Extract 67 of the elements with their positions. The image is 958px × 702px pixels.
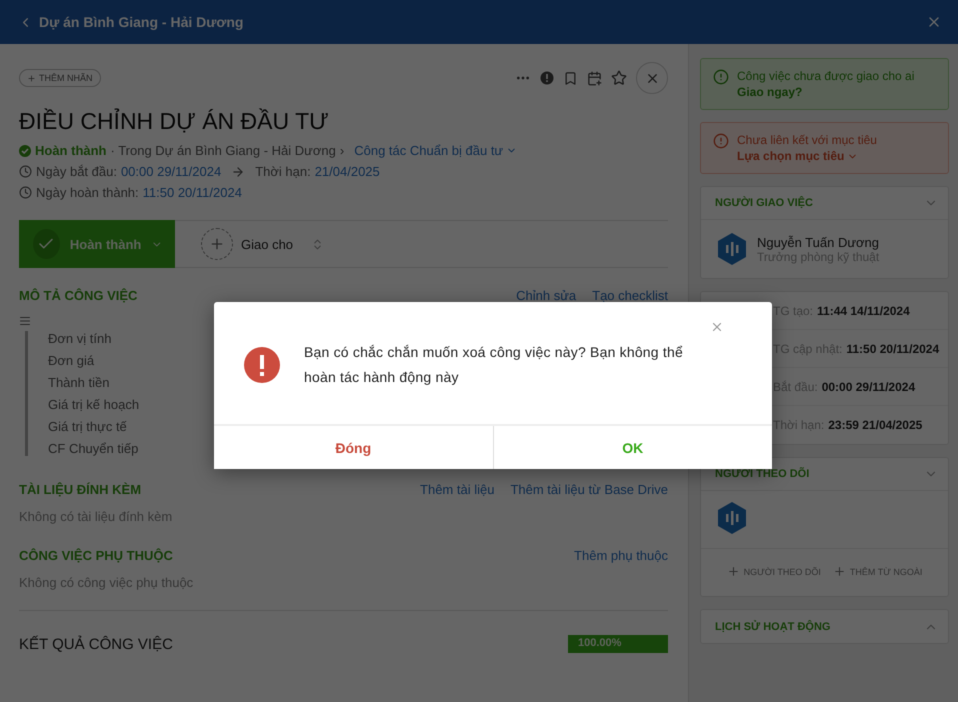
plus-icon	[27, 74, 36, 82]
section-title: CÔNG VIỆC PHỤ THUỘC	[19, 548, 173, 563]
list-icon	[19, 315, 31, 327]
progress-reading: 100.00%	[578, 637, 622, 649]
breadcrumb-separator: ›	[340, 143, 344, 158]
dialog-message: Bạn có chắc chắn muốn xoá công việc này? Bạn không thể hoàn tác hành động này	[304, 343, 684, 387]
status-button[interactable]: Hoàn thành	[19, 220, 175, 268]
card-title: LỊCH SỬ HOẠT ĐỘNG	[715, 620, 830, 632]
field-label: Đơn vị tính	[48, 331, 112, 346]
section-title: KẾT QUẢ CÔNG VIỆC	[19, 636, 173, 652]
time-value: 11:50 20/11/2024	[846, 342, 940, 356]
check-circle-icon	[19, 144, 31, 156]
deadline-label: Thời hạn:	[255, 164, 311, 179]
star-icon[interactable]	[611, 70, 627, 86]
group-link[interactable]: Công tác Chuẩn bị đầu tư	[354, 143, 518, 158]
section-link[interactable]: Tạo checklist	[592, 288, 668, 303]
back-link[interactable]: Dự án Bình Giang - Hải Dương	[18, 14, 244, 30]
card-title: NGƯỜI THEO DÕI	[715, 468, 810, 480]
clock-icon	[19, 165, 32, 178]
close-button[interactable]	[636, 62, 668, 94]
section-link[interactable]: Thêm tài liệu	[420, 482, 494, 497]
add-tag-button[interactable]: THÊM NHÃN	[19, 69, 100, 87]
field-label: Giá trị kế hoạch	[48, 397, 140, 412]
status-text: Hoàn thành	[35, 143, 106, 158]
section-title: TÀI LIỆU ĐÍNH KÈM	[19, 482, 142, 497]
card-title: NGƯỜI GIAO VIỆC	[715, 197, 813, 209]
completion-value: 11:50 20/11/2024	[142, 185, 242, 200]
alert-icon	[713, 69, 729, 85]
clock-icon	[19, 186, 32, 199]
alert-icon	[713, 133, 729, 149]
time-value: 23:59 21/04/2025	[828, 418, 922, 432]
calendar-icon[interactable]	[587, 70, 602, 86]
section-title: MÔ TẢ CÔNG VIỆC	[19, 288, 138, 303]
plus-icon	[201, 228, 233, 260]
completion-label: Ngày hoàn thành:	[36, 185, 139, 200]
field-label: Giá trị thực tế	[48, 419, 127, 434]
plus-icon	[726, 565, 740, 578]
close-button[interactable]	[710, 320, 724, 334]
ok-button[interactable]: OK	[492, 426, 772, 469]
start-value: 00:00 29/11/2024	[120, 164, 222, 179]
close-button[interactable]: Đóng	[214, 426, 492, 469]
alert-text: Chưa liên kết với mục tiêu	[737, 133, 877, 147]
alert-icon[interactable]	[540, 71, 554, 85]
time-value: 00:00 29/11/2024	[822, 380, 916, 394]
alert-text: Công việc chưa được giao cho ai	[737, 69, 914, 83]
project-text: · Trong Dự án Bình Giang - Hải Dương	[110, 143, 336, 158]
start-label: Ngày bắt đầu:	[36, 164, 117, 179]
check-icon	[33, 229, 60, 259]
avatar-icon	[717, 501, 747, 535]
bookmark-icon[interactable]	[563, 70, 578, 86]
time-value: 11:44 14/11/2024	[817, 304, 910, 318]
person-name: Nguyễn Tuấn Dương	[757, 234, 880, 250]
alert-link[interactable]: Giao ngay?	[737, 85, 914, 99]
avatar-icon	[717, 232, 747, 266]
field-label: Thành tiền	[48, 375, 110, 390]
field-label: CF Chuyển tiếp	[48, 441, 138, 456]
close-icon	[710, 320, 724, 334]
error-icon	[244, 347, 280, 383]
plus-icon	[832, 565, 846, 578]
section-link[interactable]: Thêm phụ thuộc	[574, 548, 668, 563]
section-link[interactable]: Chỉnh sửa	[516, 288, 576, 303]
assign-button[interactable]: Giao cho	[195, 227, 330, 261]
task-title: ĐIỀU CHỈNH DỰ ÁN ĐẦU TƯ	[19, 108, 330, 135]
section-link[interactable]: Thêm tài liệu từ Base Drive	[510, 482, 668, 497]
field-label: Đơn giá	[48, 353, 94, 368]
deadline-value: 21/04/2025	[314, 164, 380, 179]
alert-link[interactable]: Lựa chọn mục tiêu	[737, 149, 877, 163]
